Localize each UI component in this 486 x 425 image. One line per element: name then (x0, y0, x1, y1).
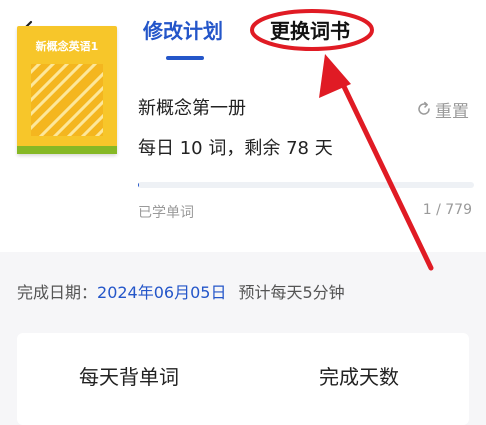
completion-date: 2024年06月05日 (97, 283, 227, 302)
plan-screen: 修改计划 更换词书 新概念英语1 新概念第一册 重置 每日 10 词，剩余 78… (0, 0, 486, 425)
completion-row: 完成日期：2024年06月05日 预计每天5分钟 (17, 281, 345, 305)
days-to-finish-header: 完成天数 (319, 365, 399, 389)
book-cover-title: 新概念英语1 (35, 40, 99, 53)
book-name: 新概念第一册 (138, 98, 246, 119)
learned-words-label: 已学单词 (138, 205, 194, 221)
tab-change-wordbook[interactable]: 更换词书 (270, 16, 350, 46)
refresh-icon (418, 101, 430, 115)
progress-count: 1 / 779 (422, 202, 472, 218)
daily-estimate: 预计每天5分钟 (238, 283, 345, 302)
completion-label: 完成日期： (17, 283, 98, 302)
book-cover-spine (17, 146, 117, 154)
book-cover: 新概念英语1 (17, 26, 117, 154)
book-cover-stripes (31, 64, 103, 136)
daily-plan-text: 每日 10 词，剩余 78 天 (138, 138, 333, 159)
words-per-day-header: 每天背单词 (79, 365, 179, 389)
progress-bar (138, 182, 474, 188)
active-tab-indicator (166, 56, 204, 60)
reset-label: 重置 (435, 101, 469, 122)
plan-options-card: 每天背单词 完成天数 (17, 333, 469, 425)
tab-modify-plan[interactable]: 修改计划 (143, 16, 223, 46)
reset-button[interactable]: 重置 (416, 96, 469, 122)
